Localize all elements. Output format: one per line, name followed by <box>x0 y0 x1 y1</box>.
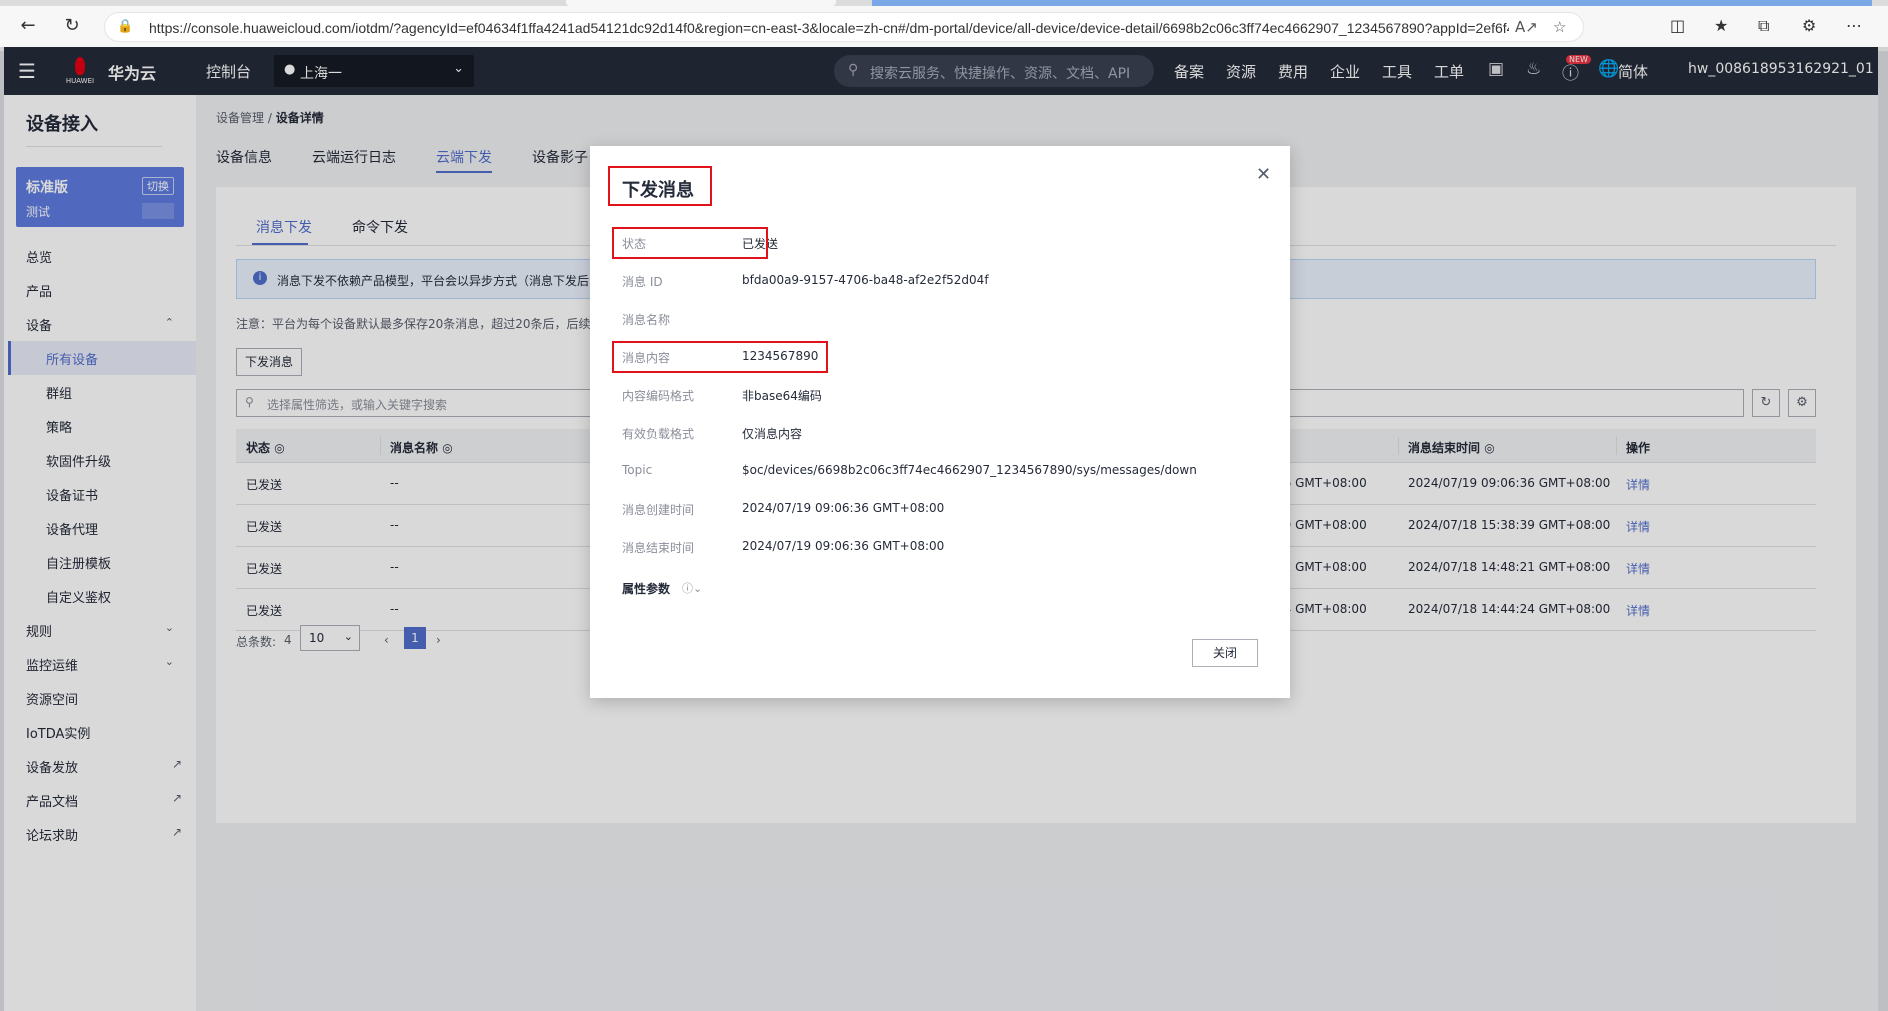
split-screen-icon[interactable]: ◫ <box>1670 16 1685 35</box>
field-message-name: 消息名称 <box>622 313 671 327</box>
field-created-time: 消息创建时间 2024/07/19 09:06:36 GMT+08:00 <box>622 501 945 517</box>
field-message-id: 消息 ID bfda00a9-9157-4706-ba48-af2e2f52d04… <box>622 273 989 289</box>
close-icon[interactable]: ✕ <box>1256 164 1271 185</box>
collections-icon[interactable]: ⧉ <box>1758 16 1769 36</box>
more-icon[interactable]: ⋯ <box>1846 16 1862 35</box>
browser-tabstrip <box>0 0 1888 6</box>
back-icon[interactable]: ← <box>16 14 40 38</box>
read-aloud-icon[interactable]: A↗ <box>1515 18 1538 36</box>
reload-icon[interactable]: ↻ <box>60 14 84 38</box>
browser-tab[interactable] <box>566 0 836 6</box>
favorite-star-icon[interactable]: ☆ <box>1553 18 1566 36</box>
field-payload-format: 有效负载格式 仅消息内容 <box>622 427 803 441</box>
field-encoding: 内容编码格式 非base64编码 <box>622 389 822 403</box>
field-topic: Topic $oc/devices/6698b2c06c3ff74ec466290… <box>622 463 1197 477</box>
message-detail-dialog: 下发消息 ✕ 状态 已发送 消息 ID bfda00a9-9157-4706-ba4… <box>590 146 1290 698</box>
highlight-box <box>608 166 712 206</box>
favorites-icon[interactable]: ★ <box>1714 16 1728 35</box>
url-text[interactable]: https://console.huaweicloud.com/iotdm/?a… <box>149 20 1509 36</box>
address-bar[interactable]: 🔒 https://console.huaweicloud.com/iotdm/… <box>104 12 1584 42</box>
field-end-time: 消息结束时间 2024/07/19 09:06:36 GMT+08:00 <box>622 539 945 555</box>
highlight-box <box>612 341 828 373</box>
help-chevron-icon[interactable]: ⓘ⌄ <box>682 580 702 596</box>
extensions-icon[interactable]: ⚙ <box>1802 16 1816 35</box>
browser-toolbar: ← ↻ 🔒 https://console.huaweicloud.com/io… <box>0 0 1888 52</box>
browser-tab-active[interactable] <box>872 0 1872 6</box>
properties-toggle[interactable]: 属性参数 <box>622 580 670 597</box>
lock-icon: 🔒 <box>117 19 134 34</box>
close-button[interactable]: 关闭 <box>1192 639 1258 667</box>
highlight-box <box>612 227 768 259</box>
